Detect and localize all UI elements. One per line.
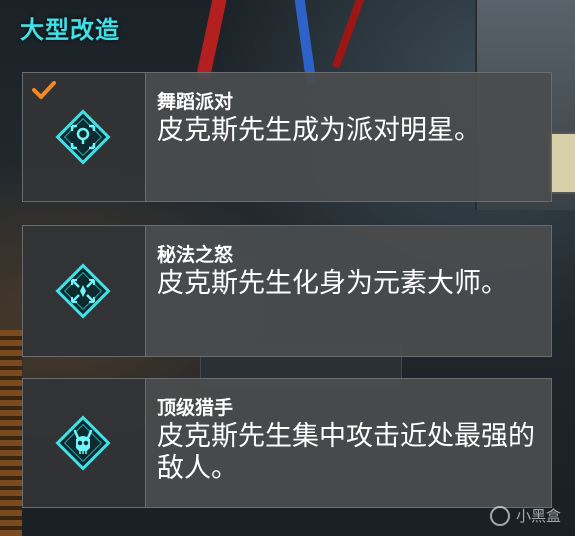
arcane-fury-icon [55, 263, 111, 319]
upgrade-card-dance-party[interactable]: 舞蹈派对 皮克斯先生成为派对明星。 [22, 72, 552, 202]
selected-check-icon [31, 79, 57, 101]
watermark: 小黑盒 [489, 505, 561, 526]
dance-party-icon [55, 109, 111, 165]
upgrade-card-top-hunter[interactable]: 顶级猎手 皮克斯先生集中攻击近处最强的敌人。 [22, 378, 552, 508]
skull-hunter-icon [55, 415, 111, 471]
background-pipe [195, 0, 229, 81]
upgrade-icon-panel [23, 379, 146, 507]
upgrade-title: 秘法之怒 [157, 244, 234, 266]
background-gauge [548, 132, 575, 194]
upgrade-icon-panel [23, 226, 146, 356]
upgrade-card-arcane-fury[interactable]: 秘法之怒 皮克斯先生化身为元素大师。 [22, 225, 552, 357]
watermark-text: 小黑盒 [515, 507, 561, 525]
watermark-logo-icon [489, 505, 510, 526]
upgrade-icon-panel [23, 73, 146, 201]
background-coil [0, 330, 22, 536]
upgrade-description: 皮克斯先生化身为元素大师。 [157, 268, 508, 299]
background-pipe [331, 0, 367, 69]
upgrade-description: 皮克斯先生成为派对明星。 [157, 115, 481, 146]
section-title: 大型改造 [20, 16, 120, 44]
upgrade-title: 舞蹈派对 [157, 91, 234, 113]
upgrade-title: 顶级猎手 [157, 397, 234, 419]
upgrade-description: 皮克斯先生集中攻击近处最强的敌人。 [157, 421, 535, 484]
